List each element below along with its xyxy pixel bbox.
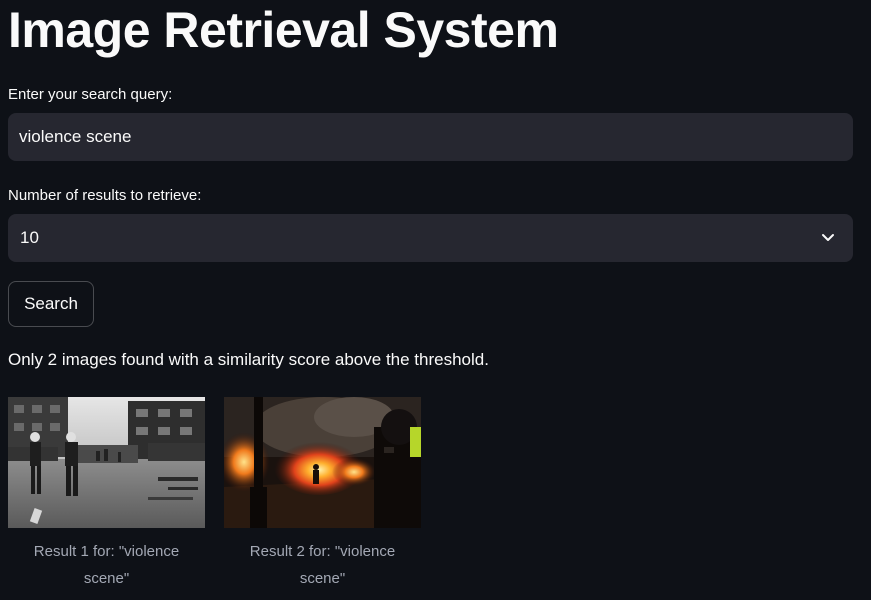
result-caption: Result 1 for: "violence scene" xyxy=(33,543,180,587)
result-image xyxy=(224,397,421,528)
app-root: Image Retrieval System Enter your search… xyxy=(0,0,871,600)
status-message: Only 2 images found with a similarity sc… xyxy=(8,350,489,369)
search-button[interactable]: Search xyxy=(8,281,94,327)
result-image xyxy=(8,397,205,528)
results-count-label: Number of results to retrieve: xyxy=(8,187,202,204)
results-count-value: 10 xyxy=(20,228,39,247)
query-label: Enter your search query: xyxy=(8,86,173,103)
chevron-down-icon xyxy=(822,234,834,241)
result-card: Result 1 for: "violence scene" xyxy=(8,397,205,592)
result-card: Result 2 for: "violence scene" xyxy=(224,397,421,592)
result-caption: Result 2 for: "violence scene" xyxy=(249,543,396,587)
results-count-select[interactable]: 10 xyxy=(8,214,853,262)
search-input[interactable] xyxy=(8,113,853,161)
page-title: Image Retrieval System xyxy=(8,2,559,58)
search-input-container xyxy=(8,113,853,161)
